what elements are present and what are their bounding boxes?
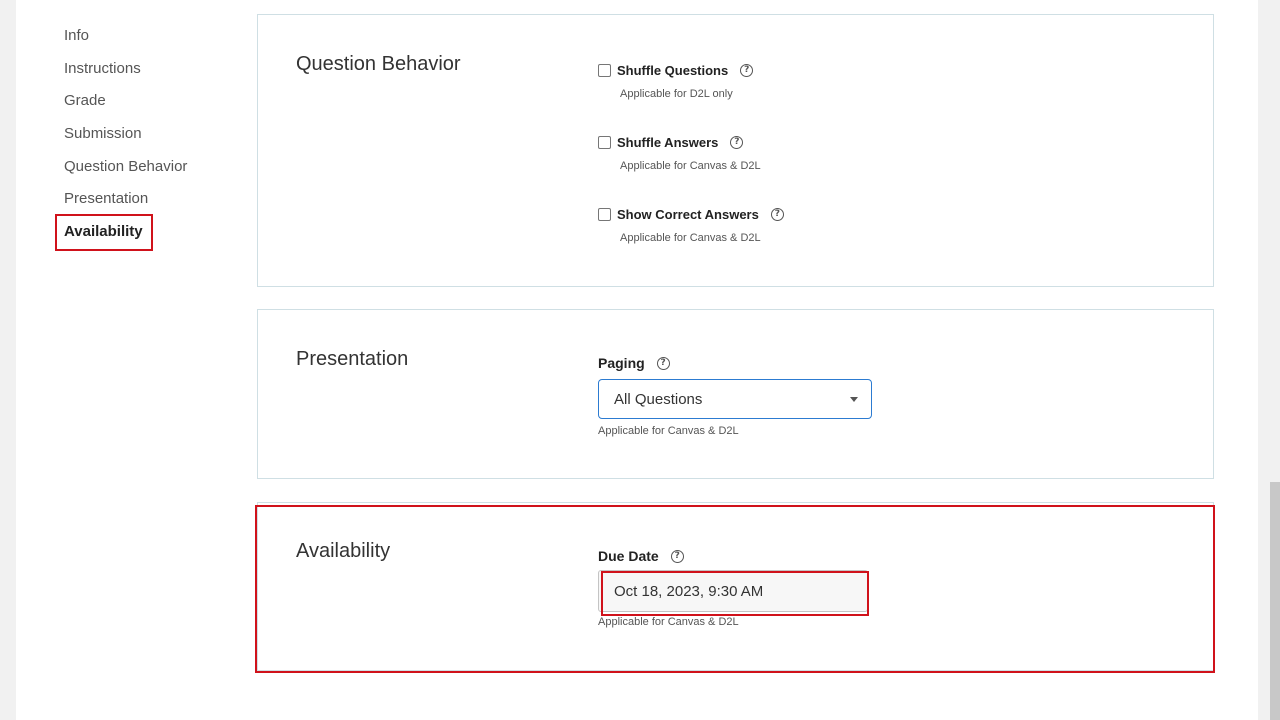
paging-hint: Applicable for Canvas & D2L xyxy=(598,425,739,437)
question-behavior-section: Question Behavior Shuffle Questions ? Ap… xyxy=(257,14,1214,287)
help-circle-icon[interactable]: ? xyxy=(740,63,754,77)
shuffle-questions-hint: Applicable for D2L only xyxy=(620,88,733,100)
show-correct-answers-hint: Applicable for Canvas & D2L xyxy=(620,232,761,244)
settings-sidebar-nav: Info Instructions Grade Submission Quest… xyxy=(64,26,187,255)
due-date-hint: Applicable for Canvas & D2L xyxy=(598,616,739,628)
help-circle-icon[interactable]: ? xyxy=(770,207,784,221)
paging-select[interactable]: All Questions xyxy=(598,379,872,419)
sidebar-item-question-behavior[interactable]: Question Behavior xyxy=(64,157,187,190)
settings-page: Info Instructions Grade Submission Quest… xyxy=(16,0,1258,720)
page-scrollbar[interactable] xyxy=(1258,0,1280,720)
shuffle-answers-checkbox[interactable] xyxy=(598,135,611,149)
availability-title: Availability xyxy=(296,540,391,562)
show-correct-answers-label[interactable]: Show Correct Answers xyxy=(617,207,759,222)
chevron-down-icon xyxy=(850,397,858,402)
availability-section: Availability Due Date ? Oct 18, 2023, 9:… xyxy=(257,502,1214,671)
sidebar-item-submission[interactable]: Submission xyxy=(64,124,187,157)
sidebar-item-availability[interactable]: Availability xyxy=(64,222,187,255)
due-date-value: Oct 18, 2023, 9:30 AM xyxy=(614,582,764,600)
help-circle-icon[interactable]: ? xyxy=(730,135,744,149)
sidebar-item-grade[interactable]: Grade xyxy=(64,91,187,124)
help-circle-icon[interactable]: ? xyxy=(656,356,670,370)
due-date-label: Due Date xyxy=(598,548,659,564)
show-correct-answers-field: Show Correct Answers ? Applicable for Ca… xyxy=(598,205,784,244)
shuffle-questions-field: Shuffle Questions ? Applicable for D2L o… xyxy=(598,61,754,100)
paging-select-value: All Questions xyxy=(614,390,703,408)
presentation-section: Presentation Paging ? All Questions Appl… xyxy=(257,309,1214,479)
scrollbar-thumb[interactable] xyxy=(1270,482,1280,720)
sidebar-item-instructions[interactable]: Instructions xyxy=(64,59,187,92)
shuffle-questions-label[interactable]: Shuffle Questions xyxy=(617,63,728,78)
paging-label: Paging xyxy=(598,355,645,371)
shuffle-answers-field: Shuffle Answers ? Applicable for Canvas … xyxy=(598,133,761,172)
sidebar-item-info[interactable]: Info xyxy=(64,26,187,59)
paging-field: Paging ? All Questions Applicable for Ca… xyxy=(598,355,872,437)
show-correct-answers-checkbox[interactable] xyxy=(598,207,611,221)
shuffle-questions-checkbox[interactable] xyxy=(598,63,611,77)
question-behavior-title: Question Behavior xyxy=(296,53,461,75)
sidebar-item-presentation[interactable]: Presentation xyxy=(64,189,187,222)
due-date-input[interactable]: Oct 18, 2023, 9:30 AM xyxy=(598,570,868,612)
presentation-title: Presentation xyxy=(296,348,409,370)
due-date-field: Due Date ? Oct 18, 2023, 9:30 AM Applica… xyxy=(598,548,868,628)
help-circle-icon[interactable]: ? xyxy=(670,549,684,563)
shuffle-answers-hint: Applicable for Canvas & D2L xyxy=(620,160,761,172)
shuffle-answers-label[interactable]: Shuffle Answers xyxy=(617,135,718,150)
